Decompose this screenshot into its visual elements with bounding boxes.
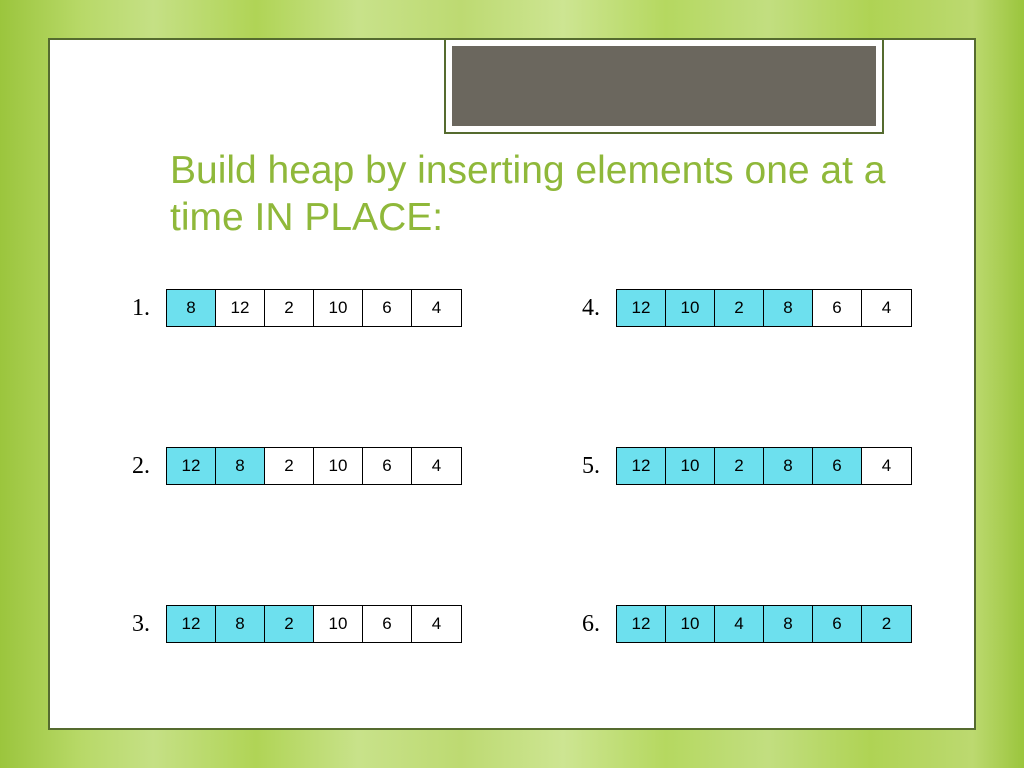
array-cell: 4 (862, 448, 911, 484)
array-cell: 2 (265, 448, 314, 484)
array-cells: 12 10 2 8 6 4 (616, 289, 912, 327)
step-label: 3. (132, 611, 166, 638)
array-cell: 12 (617, 448, 666, 484)
array-cell: 10 (314, 606, 363, 642)
array-cell: 2 (715, 290, 764, 326)
array-cell: 12 (167, 606, 216, 642)
array-cell: 8 (764, 606, 813, 642)
title-tab (444, 38, 884, 134)
steps-column-left: 1. 8 12 2 10 6 4 2. 12 8 2 10 6 (132, 288, 512, 762)
array-cell: 12 (617, 606, 666, 642)
step-row: 1. 8 12 2 10 6 4 (132, 288, 512, 328)
array-cell: 4 (412, 290, 461, 326)
array-cell: 8 (764, 448, 813, 484)
array-cell: 4 (715, 606, 764, 642)
array-cell: 10 (666, 448, 715, 484)
array-cell: 4 (412, 606, 461, 642)
array-cell: 2 (862, 606, 911, 642)
array-cell: 2 (265, 606, 314, 642)
step-label: 4. (582, 295, 616, 322)
array-cell: 6 (813, 448, 862, 484)
array-cells: 12 10 2 8 6 4 (616, 447, 912, 485)
slide-title: Build heap by inserting elements one at … (170, 148, 890, 242)
array-cell: 8 (216, 448, 265, 484)
array-cell: 12 (216, 290, 265, 326)
step-label: 5. (582, 453, 616, 480)
step-row: 5. 12 10 2 8 6 4 (582, 446, 962, 486)
array-cell: 6 (813, 290, 862, 326)
step-label: 1. (132, 295, 166, 322)
array-cell: 12 (167, 448, 216, 484)
array-cell: 12 (617, 290, 666, 326)
array-cell: 6 (363, 606, 412, 642)
array-cell: 8 (764, 290, 813, 326)
step-row: 6. 12 10 4 8 6 2 (582, 604, 962, 644)
step-row: 3. 12 8 2 10 6 4 (132, 604, 512, 644)
array-cell: 6 (363, 290, 412, 326)
array-cells: 8 12 2 10 6 4 (166, 289, 462, 327)
array-cell: 6 (813, 606, 862, 642)
steps-column-right: 4. 12 10 2 8 6 4 5. 12 10 2 8 6 (582, 288, 962, 762)
array-cells: 12 8 2 10 6 4 (166, 605, 462, 643)
array-cell: 4 (862, 290, 911, 326)
array-cell: 2 (715, 448, 764, 484)
array-cell: 2 (265, 290, 314, 326)
array-cell: 8 (167, 290, 216, 326)
array-cell: 10 (666, 606, 715, 642)
array-cells: 12 8 2 10 6 4 (166, 447, 462, 485)
array-cell: 6 (363, 448, 412, 484)
array-cell: 4 (412, 448, 461, 484)
step-row: 4. 12 10 2 8 6 4 (582, 288, 962, 328)
array-cell: 10 (666, 290, 715, 326)
array-cell: 10 (314, 290, 363, 326)
step-row: 2. 12 8 2 10 6 4 (132, 446, 512, 486)
step-label: 2. (132, 453, 166, 480)
array-cell: 8 (216, 606, 265, 642)
step-label: 6. (582, 611, 616, 638)
array-cell: 10 (314, 448, 363, 484)
array-cells: 12 10 4 8 6 2 (616, 605, 912, 643)
slide-frame: Build heap by inserting elements one at … (48, 38, 976, 730)
